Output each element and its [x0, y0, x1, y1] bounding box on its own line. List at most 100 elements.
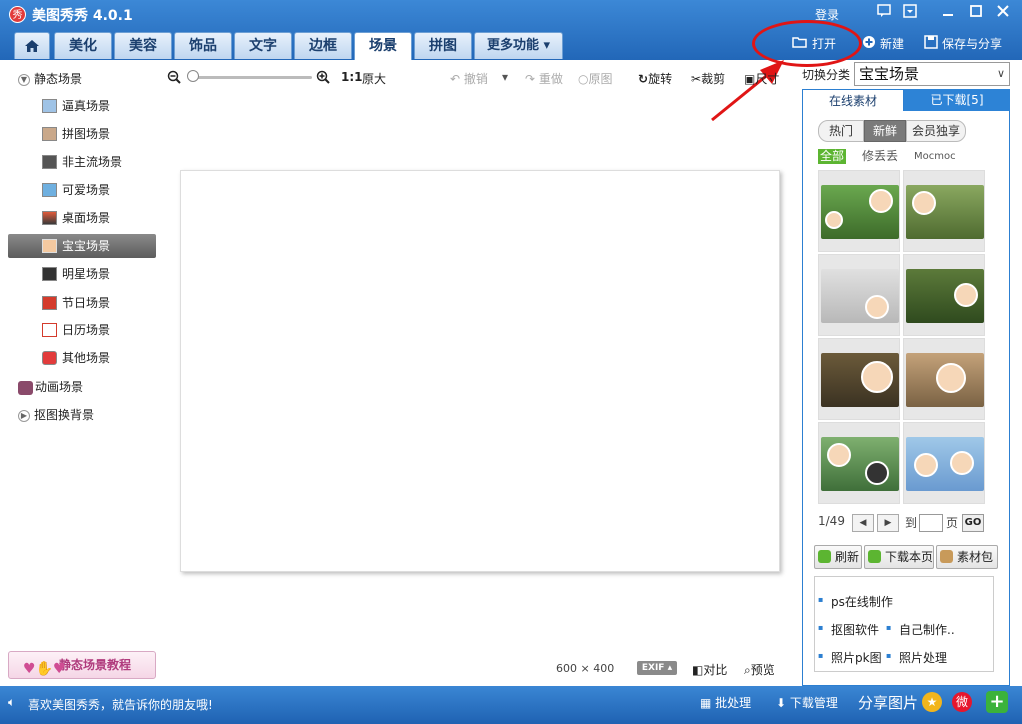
- weibo-icon[interactable]: 微: [952, 692, 972, 712]
- crop-button[interactable]: ✂裁剪: [691, 70, 725, 87]
- scene-thumbnail-image: [821, 185, 899, 239]
- subtab-hot[interactable]: 热门: [818, 120, 864, 142]
- static-scene-group[interactable]: ▼ 静态场景: [18, 69, 82, 89]
- promo-links-box: ps在线制作 抠图软件 自己制作.. 照片pk图 照片处理: [814, 576, 994, 672]
- scene-thumbnail[interactable]: [818, 422, 900, 504]
- next-page-button[interactable]: ▶: [877, 514, 899, 532]
- celebrity-thumb-icon: [42, 267, 57, 281]
- sidebar-item-other[interactable]: 其他场景: [8, 346, 156, 370]
- scene-thumbnail[interactable]: [818, 254, 900, 336]
- scene-thumbnail[interactable]: [903, 254, 985, 336]
- filter-all[interactable]: 全部: [818, 149, 847, 164]
- page-label: 页: [946, 516, 959, 530]
- goto-label: 到: [905, 516, 918, 530]
- switch-category-label: 切换分类: [802, 68, 851, 82]
- scene-thumbnail[interactable]: [903, 338, 985, 420]
- link-make-yourself[interactable]: 自己制作..: [886, 621, 955, 638]
- realistic-thumb-icon: [42, 99, 57, 113]
- link-cutout-software[interactable]: 抠图软件: [818, 621, 879, 638]
- scene-thumbnail[interactable]: [903, 422, 985, 504]
- refresh-button[interactable]: 刷新: [814, 545, 862, 569]
- animated-scene-group[interactable]: 动画场景: [18, 377, 83, 397]
- download-manager-button[interactable]: ⬇ 下载管理: [776, 694, 838, 711]
- compare-button[interactable]: ◧对比: [692, 661, 727, 678]
- zoom-out-icon[interactable]: [167, 70, 181, 88]
- link-ps-online[interactable]: ps在线制作: [818, 593, 893, 610]
- redo-button[interactable]: ↷ 重做: [525, 70, 563, 87]
- holiday-thumb-icon: [42, 296, 57, 310]
- sidebar-item-realistic[interactable]: 逼真场景: [8, 94, 156, 118]
- go-button[interactable]: GO: [962, 514, 984, 532]
- tab-downloaded[interactable]: 已下载[5]: [904, 89, 1010, 111]
- sidebar-item-celebrity[interactable]: 明星场景: [8, 262, 156, 286]
- batch-process-button[interactable]: ▦ 批处理: [700, 694, 751, 711]
- category-select[interactable]: 宝宝场景 ∨: [854, 62, 1010, 86]
- static-scene-tutorial-button[interactable]: ♥✋♥ 静态场景教程: [8, 651, 156, 679]
- scene-thumbnail-image: [906, 269, 984, 323]
- page-number-input[interactable]: [919, 514, 943, 532]
- preview-button[interactable]: ⌕预览: [744, 661, 775, 678]
- prev-page-button[interactable]: ◀: [852, 514, 874, 532]
- scene-thumbnail[interactable]: [903, 170, 985, 252]
- original-size-button[interactable]: 原大: [362, 70, 386, 87]
- scene-thumbnail-image: [821, 437, 899, 491]
- compare-icon: ◧: [692, 663, 704, 677]
- scene-thumbnail[interactable]: [818, 170, 900, 252]
- scene-thumbnail[interactable]: [818, 338, 900, 420]
- image-size-info: 600 × 400: [556, 662, 615, 675]
- filter-xiudiudiu[interactable]: 修丢丢: [862, 149, 898, 164]
- zoom-slider-handle[interactable]: [187, 70, 199, 82]
- download-page-button[interactable]: 下载本页: [864, 545, 934, 569]
- scene-thumbnail-image: [906, 353, 984, 407]
- scene-thumbnail-image: [906, 185, 984, 239]
- animated-scene-icon: [18, 380, 33, 395]
- scene-thumbnail-image: [906, 437, 984, 491]
- chevron-down-icon: ∨: [996, 67, 1005, 80]
- speaker-icon: 🔈︎: [8, 695, 16, 709]
- original-image-icon: ○: [578, 72, 589, 86]
- heart-icon: [42, 351, 57, 365]
- sidebar-item-calendar[interactable]: 日历场景: [8, 318, 156, 342]
- share-image-label: 分享图片: [858, 694, 919, 712]
- collage-thumb-icon: [42, 127, 57, 141]
- material-pack-button[interactable]: 素材包: [936, 545, 998, 569]
- original-image-button[interactable]: ○原图: [578, 70, 613, 87]
- resize-icon: ▣: [744, 72, 756, 86]
- sidebar-item-holiday[interactable]: 节日场景: [8, 291, 156, 315]
- preview-icon: ⌕: [744, 663, 751, 677]
- sidebar-item-cute[interactable]: 可爱场景: [8, 178, 156, 202]
- tab-online-materials[interactable]: 在线素材: [802, 89, 904, 111]
- add-share-button[interactable]: +: [986, 691, 1008, 713]
- rotate-button[interactable]: ↻旋转: [638, 70, 672, 87]
- zoom-slider-track[interactable]: [190, 76, 312, 79]
- status-message: 喜欢美图秀秀，就告诉你的朋友哦!: [28, 698, 213, 712]
- zoom-in-icon[interactable]: [316, 70, 330, 88]
- scene-thumbnail-image: [821, 269, 899, 323]
- filter-mocmoc[interactable]: Mocmoc: [914, 149, 956, 164]
- scene-thumbnail-image: [821, 353, 899, 407]
- sidebar-item-baby[interactable]: 宝宝场景: [8, 234, 156, 258]
- sidebar-item-desktop[interactable]: 桌面场景: [8, 206, 156, 230]
- sidebar-item-alternative[interactable]: 非主流场景: [8, 150, 156, 174]
- desktop-thumb-icon: [42, 211, 57, 225]
- ratio-1-1-button[interactable]: 1:1: [341, 70, 363, 84]
- undo-button[interactable]: ↶ 撤销: [450, 70, 488, 87]
- image-canvas[interactable]: [180, 170, 780, 572]
- calendar-icon: [42, 323, 57, 337]
- undo-dropdown-icon[interactable]: ▾: [502, 70, 508, 84]
- static-scene-label: 静态场景: [34, 72, 83, 86]
- page-indicator: 1/49: [818, 514, 845, 528]
- link-photo-pk[interactable]: 照片pk图: [818, 649, 881, 666]
- collapse-arrow-icon: ▼: [18, 73, 30, 86]
- cute-thumb-icon: [42, 183, 57, 197]
- link-photo-process[interactable]: 照片处理: [886, 649, 947, 666]
- cutout-background-group[interactable]: ▶ 抠图换背景: [18, 405, 94, 425]
- expand-arrow-icon: ▶: [18, 409, 30, 422]
- subtab-vip[interactable]: 会员独享: [906, 120, 966, 142]
- sidebar-item-collage-scene[interactable]: 拼图场景: [8, 122, 156, 146]
- qzone-star-icon[interactable]: ★: [922, 692, 942, 712]
- exif-button[interactable]: EXIF ▴: [637, 661, 677, 675]
- undo-icon: ↶: [450, 72, 461, 86]
- subtab-new[interactable]: 新鲜: [864, 120, 906, 142]
- resize-button[interactable]: ▣尺寸: [744, 70, 779, 87]
